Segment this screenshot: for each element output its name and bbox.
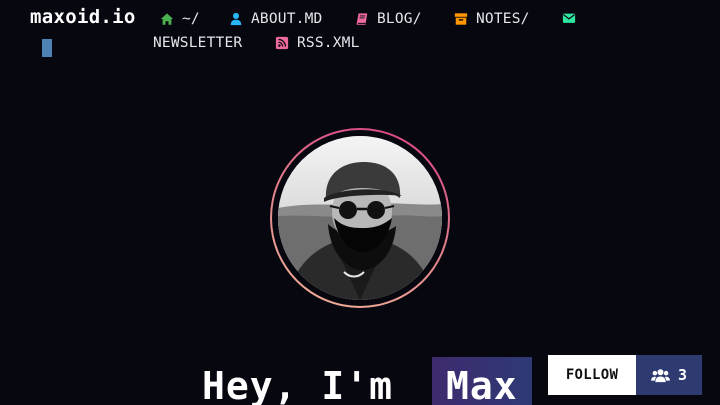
follower-count-value: 3: [677, 366, 688, 384]
users-icon: [651, 368, 670, 382]
nav-item-notes[interactable]: NOTES/: [454, 11, 530, 27]
user-icon: [230, 12, 242, 26]
nav-item-blog[interactable]: BLOG/: [355, 11, 422, 27]
nav-item-label: BLOG/: [377, 11, 422, 27]
nav-item-label: RSS.XML: [297, 35, 360, 51]
hero-name: Max: [446, 364, 518, 405]
site-title-link[interactable]: maxoid.io: [30, 6, 136, 28]
archive-icon: [454, 13, 468, 25]
envelope-icon: [562, 13, 576, 23]
follow-widget: FOLLOW 3: [548, 355, 702, 395]
home-icon: [160, 13, 174, 25]
hero-greeting: Hey, I'm: [202, 364, 394, 405]
nav-item-about[interactable]: ABOUT.MD: [229, 11, 322, 27]
nav-item-label: ABOUT.MD: [251, 11, 323, 27]
nav-item-newsletter-icon-link[interactable]: [562, 11, 576, 25]
avatar: [278, 136, 442, 300]
follow-button[interactable]: FOLLOW: [548, 355, 636, 395]
profile-photo: [278, 136, 442, 300]
avatar-ring: [270, 128, 450, 308]
page: maxoid.io ~/ ABOUT.MD BLOG/ NOTES/ NEWSL…: [0, 0, 720, 405]
rss-icon: [275, 36, 289, 50]
nav-item-label: NOTES/: [476, 11, 530, 27]
follower-count[interactable]: 3: [636, 355, 702, 395]
nav-item-label: NEWSLETTER: [153, 35, 243, 51]
nav-item-label: ~/: [182, 11, 200, 27]
terminal-cursor: [42, 39, 52, 57]
book-icon: [356, 13, 368, 25]
nav-item-newsletter[interactable]: NEWSLETTER: [153, 35, 242, 51]
nav-item-home[interactable]: ~/: [160, 11, 200, 27]
hero-name-highlight: Max: [432, 357, 532, 405]
nav-item-rss[interactable]: RSS.XML: [275, 35, 360, 51]
